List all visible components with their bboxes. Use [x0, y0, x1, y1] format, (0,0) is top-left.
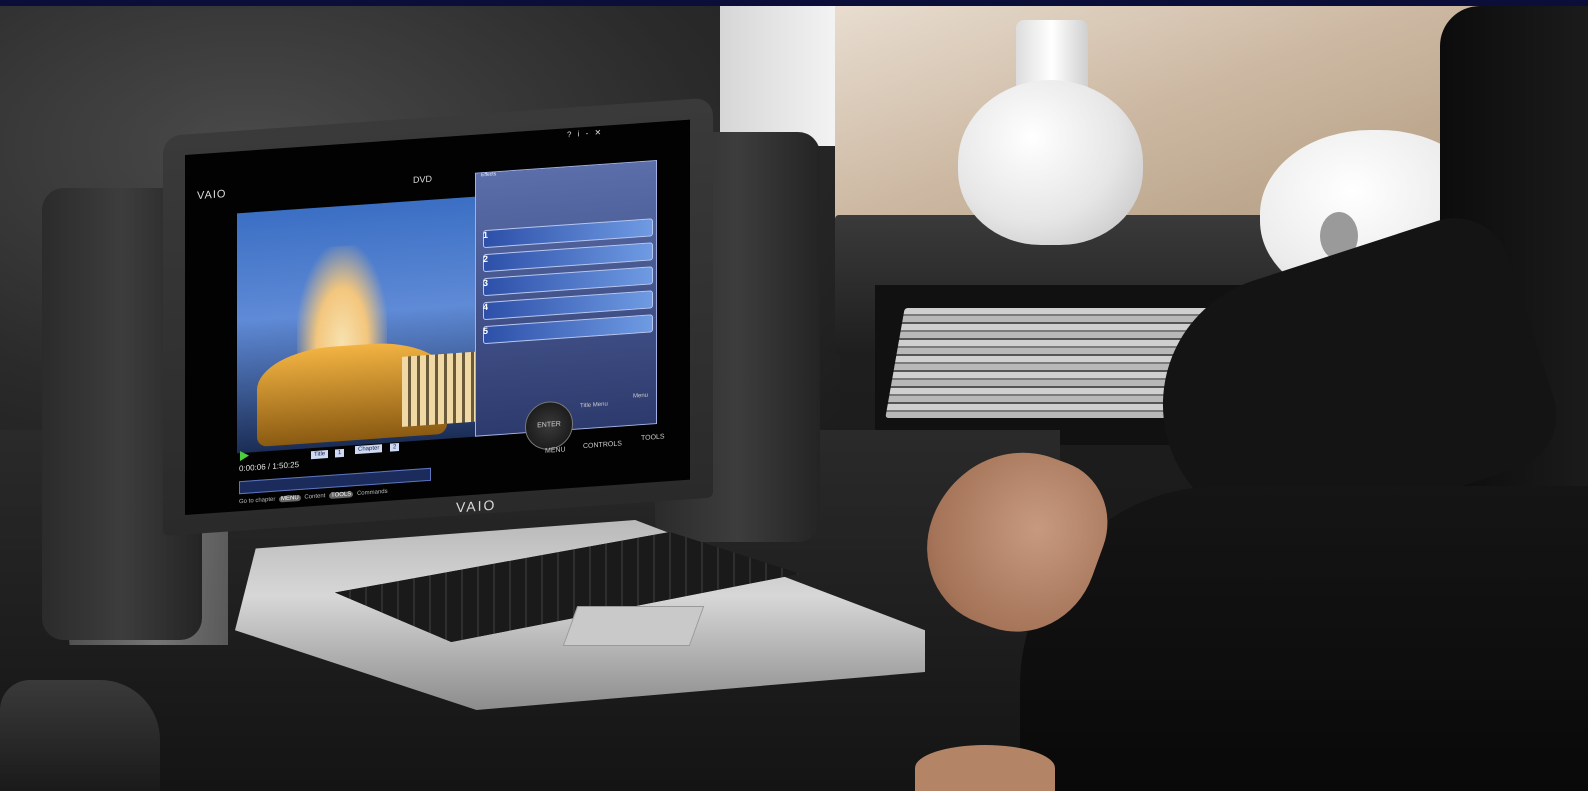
effects-panel-title: Effects [481, 171, 497, 179]
wall-pillar [720, 6, 840, 146]
controls-control[interactable]: CONTROLS [583, 440, 622, 450]
menu-checkbox[interactable]: Menu [633, 393, 648, 400]
menu-control[interactable]: MENU [545, 446, 566, 454]
effect-row-number: 2 [483, 253, 489, 265]
play-icon[interactable] [240, 450, 249, 462]
title-label: Title [311, 449, 329, 460]
title-value[interactable]: 1 [335, 448, 345, 458]
bag [0, 680, 160, 791]
hint-content: Content [304, 493, 326, 501]
video-frame [237, 195, 499, 454]
hint-menu-key: MENU [279, 494, 301, 503]
hint-tools-key: TOOLS [329, 491, 354, 499]
hint-commands: Commands [356, 488, 388, 497]
hint-prefix: Go to chapter [239, 496, 276, 506]
timecode: 0:00:06 / 1:50:25 [239, 460, 300, 474]
laptop-touchpad [562, 606, 705, 646]
window-controls[interactable]: ? i - ✕ [567, 128, 603, 140]
transport-bar[interactable] [239, 467, 431, 495]
effect-row-number: 4 [483, 301, 489, 313]
laptop-screen: VAIO DVD ? i - ✕ Effects 1 2 3 4 5 ENTER… [185, 119, 690, 516]
effect-row-number: 5 [483, 325, 489, 337]
effect-row-number: 1 [483, 229, 489, 241]
effect-row-number: 3 [483, 277, 489, 289]
laptop-brand-logo: VAIO [456, 496, 497, 516]
screen-brand-logo: VAIO [197, 188, 227, 203]
person [1020, 6, 1588, 791]
person-foot [915, 745, 1055, 791]
chapter-value[interactable]: 2 [390, 443, 400, 452]
source-label: DVD [413, 173, 433, 186]
chapter-label: Chapter [355, 444, 383, 455]
tools-control[interactable]: TOOLS [641, 433, 665, 442]
photo-scene: VAIO VAIO DVD ? i - ✕ Effects 1 2 3 4 5 … [0, 0, 1588, 791]
